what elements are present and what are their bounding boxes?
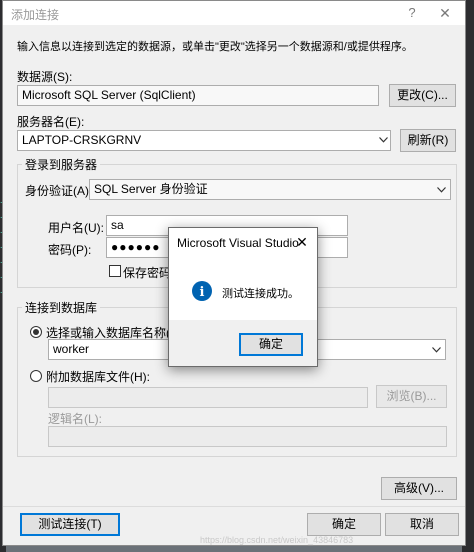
server-name-label: 服务器名(E): [17, 115, 85, 129]
dialog-instructions: 输入信息以连接到选定的数据源，或单击"更改"选择另一个数据源和/或提供程序。 [17, 41, 413, 53]
login-group-title: 登录到服务器 [22, 156, 101, 173]
message-box-title: Microsoft Visual Studio [177, 236, 299, 250]
username-label: 用户名(U): [48, 221, 104, 235]
attach-file-input[interactable] [48, 387, 368, 408]
dialog-titlebar: 添加连接 ? ✕ [3, 1, 465, 25]
watermark: https://blog.csdn.net/weixin_43846783 [200, 535, 354, 545]
database-name-value: worker [53, 342, 90, 356]
attach-file-label: 附加数据库文件(H): [46, 370, 150, 384]
save-password-checkbox[interactable] [109, 265, 121, 277]
auth-label: 身份验证(A): [25, 184, 93, 198]
ok-button[interactable]: 确定 [307, 513, 381, 536]
auth-select[interactable]: SQL Server 身份验证 [89, 179, 451, 200]
advanced-button[interactable]: 高级(V)... [381, 477, 457, 500]
data-source-field: Microsoft SQL Server (SqlClient) [17, 85, 379, 106]
info-icon: i [192, 281, 212, 301]
chevron-down-icon [436, 186, 446, 193]
logical-name-input[interactable] [48, 426, 447, 447]
svg-text:i: i [200, 285, 205, 300]
server-name-input[interactable]: LAPTOP-CRSKGRNV [17, 130, 391, 151]
dialog-title: 添加连接 [11, 8, 60, 22]
cancel-button[interactable]: 取消 [385, 513, 459, 536]
chevron-down-icon [431, 346, 441, 353]
help-button[interactable]: ? [401, 3, 423, 23]
auth-select-value: SQL Server 身份验证 [94, 182, 208, 196]
footer-divider [3, 506, 465, 507]
refresh-button[interactable]: 刷新(R) [400, 129, 456, 152]
message-box-text: 测试连接成功。 [222, 288, 299, 300]
database-group-title: 连接到数据库 [22, 299, 101, 316]
logical-name-label: 逻辑名(L): [48, 412, 103, 426]
server-dropdown-toggle[interactable] [377, 130, 391, 151]
change-button[interactable]: 更改(C)... [389, 84, 456, 107]
chevron-down-icon [378, 136, 388, 143]
password-label: 密码(P): [48, 243, 92, 257]
message-box-ok-button[interactable]: 确定 [239, 333, 303, 356]
message-box: Microsoft Visual Studio ✕ i 测试连接成功。 确定 [168, 227, 318, 367]
test-connection-button[interactable]: 测试连接(T) [20, 513, 120, 536]
browse-button[interactable]: 浏览(B)... [376, 385, 447, 408]
data-source-label: 数据源(S): [17, 70, 73, 84]
select-database-radio[interactable] [30, 326, 42, 338]
attach-file-radio[interactable] [30, 370, 42, 382]
close-button[interactable]: ✕ [433, 3, 457, 23]
message-box-close-button[interactable]: ✕ [293, 233, 311, 251]
